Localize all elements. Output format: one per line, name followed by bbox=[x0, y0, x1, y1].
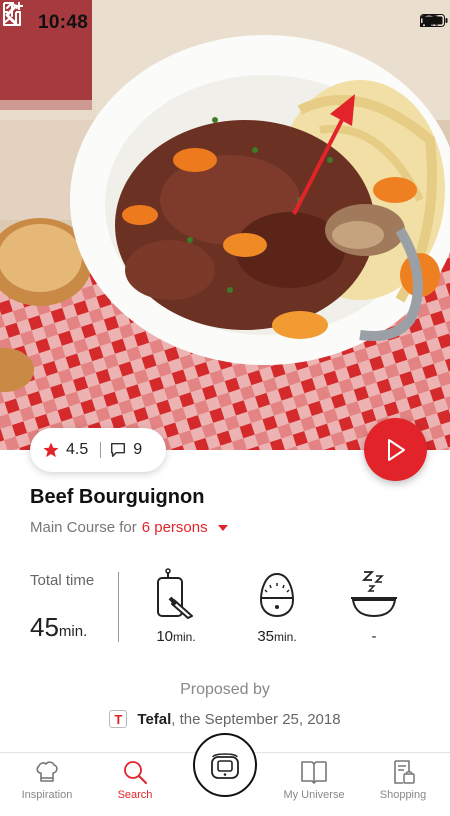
shopping-list-icon bbox=[394, 760, 415, 784]
tab-my-universe-label: My Universe bbox=[283, 789, 345, 801]
total-time-value: 45min. bbox=[30, 612, 87, 643]
timer-icon bbox=[259, 572, 295, 618]
recipe-subtitle: Main Course for 6 persons bbox=[30, 519, 228, 536]
caret-down-icon bbox=[217, 524, 228, 531]
connected-cooker-button[interactable] bbox=[193, 733, 257, 797]
tab-inspiration[interactable]: Inspiration bbox=[2, 759, 92, 801]
tab-inspiration-label: Inspiration bbox=[21, 789, 73, 801]
play-icon bbox=[387, 438, 405, 461]
author-line: T Tefal , the September 25, 2018 bbox=[0, 710, 450, 728]
comment-count: 9 bbox=[133, 441, 143, 458]
comment-icon bbox=[111, 442, 126, 458]
cook-time: 35min. bbox=[241, 568, 313, 645]
play-video-button[interactable] bbox=[364, 418, 427, 481]
rest-time: - bbox=[338, 568, 410, 645]
total-time-label: Total time bbox=[30, 572, 95, 589]
total-time-number: 45 bbox=[30, 612, 59, 642]
prep-time-value: 10 bbox=[156, 628, 173, 645]
pill-divider bbox=[100, 442, 102, 458]
status-bar: 10:48 bbox=[0, 0, 450, 44]
tab-shopping[interactable]: Shopping bbox=[358, 759, 448, 801]
battery-icon bbox=[420, 14, 448, 27]
cooker-icon bbox=[211, 753, 239, 779]
status-time: 10:48 bbox=[38, 12, 89, 33]
rating-comments-pill[interactable]: 4.5 9 bbox=[30, 428, 166, 472]
recipe-title: Beef Bourguignon bbox=[30, 486, 205, 508]
tab-search-label: Search bbox=[117, 789, 153, 801]
prep-knife-icon bbox=[157, 568, 193, 619]
recipe-hero-image: 10:48 bbox=[0, 0, 450, 450]
proposed-by-label: Proposed by bbox=[180, 681, 270, 698]
times-divider bbox=[118, 572, 119, 642]
cook-time-unit: min. bbox=[274, 630, 297, 644]
tefal-logo-icon: T bbox=[109, 710, 128, 728]
total-time-unit: min. bbox=[58, 623, 88, 640]
food-photo bbox=[0, 0, 450, 450]
resting-pot-icon bbox=[351, 571, 397, 618]
search-icon bbox=[124, 761, 147, 784]
chef-hat-icon bbox=[36, 761, 58, 782]
tab-shopping-label: Shopping bbox=[379, 789, 427, 801]
tab-search[interactable]: Search bbox=[90, 759, 180, 801]
rating-value: 4.5 bbox=[66, 441, 89, 458]
prep-time-unit: min. bbox=[173, 630, 196, 644]
author-name[interactable]: Tefal bbox=[137, 711, 171, 728]
publish-date: , the September 25, 2018 bbox=[171, 710, 341, 728]
prep-time: 10min. bbox=[140, 568, 212, 645]
book-icon bbox=[301, 761, 327, 784]
persons-selector[interactable]: 6 persons bbox=[142, 519, 228, 536]
persons-value: 6 persons bbox=[141, 519, 208, 536]
course-label: Main Course for bbox=[30, 519, 137, 536]
cook-time-value: 35 bbox=[257, 628, 274, 645]
rest-time-value: - bbox=[371, 628, 377, 645]
share-icon bbox=[3, 2, 21, 26]
share-button[interactable] bbox=[0, 0, 24, 28]
star-icon bbox=[43, 442, 59, 458]
tab-my-universe[interactable]: My Universe bbox=[269, 759, 359, 801]
